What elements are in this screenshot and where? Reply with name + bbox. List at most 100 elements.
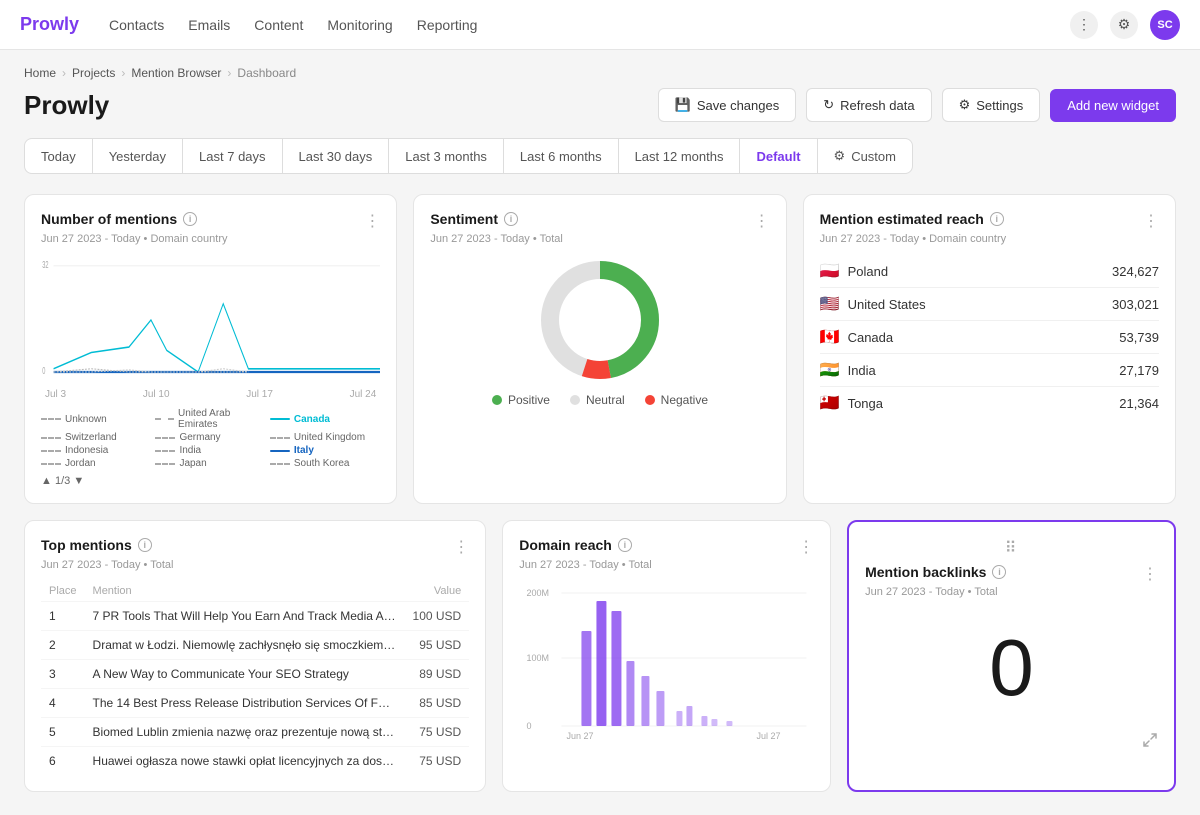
backlinks-info-icon[interactable]: i xyxy=(992,565,1006,579)
tab-last30[interactable]: Last 30 days xyxy=(283,139,390,173)
sentiment-menu-icon[interactable]: ⋮ xyxy=(754,211,770,231)
add-widget-button[interactable]: Add new widget xyxy=(1050,89,1176,122)
flag-tonga: 🇹🇴 xyxy=(820,393,840,413)
table-row: 3 A New Way to Communicate Your SEO Stra… xyxy=(41,660,469,689)
tab-last3months[interactable]: Last 3 months xyxy=(389,139,504,173)
widget-top-mentions-header: Top mentions i ⋮ xyxy=(41,537,469,557)
tab-last7[interactable]: Last 7 days xyxy=(183,139,283,173)
legend-india: India xyxy=(155,445,265,456)
nav-contacts[interactable]: Contacts xyxy=(109,17,164,33)
legend-germany-line xyxy=(155,437,175,439)
sep1: › xyxy=(62,66,66,80)
custom-icon: ⚙ xyxy=(834,148,846,164)
reach-country-0: 🇵🇱 Poland xyxy=(820,261,888,281)
legend-japan-line xyxy=(155,463,175,465)
widget-domain-reach-title: Domain reach i xyxy=(519,537,632,553)
widget-domain-reach: Domain reach i ⋮ Jun 27 2023 - Today • T… xyxy=(502,520,831,792)
negative-dot xyxy=(645,395,655,405)
reach-menu-icon[interactable]: ⋮ xyxy=(1143,211,1159,231)
mention-text-1[interactable]: Dramat w Łodzi. Niemowlę zachłysnęło się… xyxy=(85,631,405,660)
logo[interactable]: Prowly xyxy=(20,14,79,35)
table-row: 1 7 PR Tools That Will Help You Earn And… xyxy=(41,602,469,631)
save-button[interactable]: 💾 Save changes xyxy=(658,88,797,122)
tab-yesterday[interactable]: Yesterday xyxy=(93,139,183,173)
mentions-chart: 32 0 xyxy=(41,255,380,385)
mentions-pagination: ▲ 1/3 ▼ xyxy=(41,475,380,487)
tab-today[interactable]: Today xyxy=(25,139,93,173)
top-mentions-table: Place Mention Value 1 7 PR Tools That Wi… xyxy=(41,581,469,775)
tab-last6months[interactable]: Last 6 months xyxy=(504,139,619,173)
next-page-icon[interactable]: ▼ xyxy=(73,475,84,487)
backlinks-value: 0 xyxy=(865,608,1158,728)
legend-indonesia-line xyxy=(41,450,61,452)
reach-info-icon[interactable]: i xyxy=(990,212,1004,226)
expand-icon[interactable] xyxy=(865,732,1158,748)
sep3: › xyxy=(227,66,231,80)
sentiment-legend: Positive Neutral Negative xyxy=(430,393,769,407)
mention-text-2[interactable]: A New Way to Communicate Your SEO Strate… xyxy=(85,660,405,689)
refresh-button[interactable]: ↻ Refresh data xyxy=(806,88,931,122)
neutral-dot xyxy=(570,395,580,405)
top-mentions-info-icon[interactable]: i xyxy=(138,538,152,552)
legend-uae: United Arab Emirates xyxy=(155,408,265,430)
breadcrumb-home[interactable]: Home xyxy=(24,66,56,80)
more-icon[interactable]: ⋮ xyxy=(1070,11,1098,39)
svg-text:Jun 27: Jun 27 xyxy=(567,731,594,741)
main-nav: Contacts Emails Content Monitoring Repor… xyxy=(109,17,1070,33)
table-row: 4 The 14 Best Press Release Distribution… xyxy=(41,689,469,718)
tab-default[interactable]: Default xyxy=(740,139,817,173)
navbar-actions: ⋮ ⚙ SC xyxy=(1070,10,1180,40)
mentions-info-icon[interactable]: i xyxy=(183,212,197,226)
tab-custom[interactable]: ⚙ Custom xyxy=(818,139,912,173)
nav-emails[interactable]: Emails xyxy=(188,17,230,33)
domain-reach-menu-icon[interactable]: ⋮ xyxy=(798,537,814,557)
flag-canada: 🇨🇦 xyxy=(820,327,840,347)
breadcrumb-mention-browser[interactable]: Mention Browser xyxy=(131,66,221,80)
nav-monitoring[interactable]: Monitoring xyxy=(327,17,392,33)
widget-domain-reach-header: Domain reach i ⋮ xyxy=(519,537,814,557)
settings-button[interactable]: ⚙ Settings xyxy=(942,88,1041,122)
mention-text-4[interactable]: Biomed Lublin zmienia nazwę oraz prezent… xyxy=(85,718,405,747)
widget-backlinks-title: Mention backlinks i xyxy=(865,564,1006,580)
dashboard-row-1: Number of mentions i ⋮ Jun 27 2023 - Tod… xyxy=(24,194,1176,504)
tab-last12months[interactable]: Last 12 months xyxy=(619,139,741,173)
page-header: Prowly 💾 Save changes ↻ Refresh data ⚙ S… xyxy=(24,88,1176,122)
top-mentions-subtitle: Jun 27 2023 - Today • Total xyxy=(41,559,469,571)
legend-uae-line xyxy=(155,418,174,420)
legend-italy: Italy xyxy=(270,445,380,456)
reach-country-3: 🇮🇳 India xyxy=(820,360,876,380)
mentions-menu-icon[interactable]: ⋮ xyxy=(364,211,380,231)
backlinks-menu-icon[interactable]: ⋮ xyxy=(1142,564,1158,584)
legend-indonesia: Indonesia xyxy=(41,445,151,456)
mention-text-3[interactable]: The 14 Best Press Release Distribution S… xyxy=(85,689,405,718)
legend-japan: Japan xyxy=(155,458,265,469)
drag-handle-icon[interactable]: ⠿ xyxy=(1005,538,1019,558)
top-mentions-menu-icon[interactable]: ⋮ xyxy=(453,537,469,557)
nav-content[interactable]: Content xyxy=(254,17,303,33)
sentiment-subtitle: Jun 27 2023 - Today • Total xyxy=(430,233,769,245)
reach-row-3: 🇮🇳 India 27,179 xyxy=(820,354,1159,387)
domain-reach-info-icon[interactable]: i xyxy=(618,538,632,552)
legend-unknown-line xyxy=(41,418,61,420)
nav-reporting[interactable]: Reporting xyxy=(417,17,478,33)
legend-southkorea-line xyxy=(270,463,290,465)
gear-icon: ⚙ xyxy=(959,97,971,113)
domain-reach-chart: 200M 100M 0 xyxy=(519,581,814,711)
legend-jordan-line xyxy=(41,463,61,465)
widget-backlinks-title-row: Mention backlinks i ⋮ xyxy=(865,564,1158,584)
widget-mentions: Number of mentions i ⋮ Jun 27 2023 - Tod… xyxy=(24,194,397,504)
settings-icon[interactable]: ⚙ xyxy=(1110,11,1138,39)
legend-switzerland-line xyxy=(41,437,61,439)
breadcrumb-projects[interactable]: Projects xyxy=(72,66,115,80)
sentiment-donut-container xyxy=(430,255,769,385)
mentions-subtitle: Jun 27 2023 - Today • Domain country xyxy=(41,233,380,245)
mentions-legend: Unknown United Arab Emirates Canada Swit… xyxy=(41,408,380,469)
mention-text-5[interactable]: Huawei ogłasza nowe stawki opłat licency… xyxy=(85,747,405,776)
prev-page-icon[interactable]: ▲ xyxy=(41,475,52,487)
domain-reach-subtitle: Jun 27 2023 - Today • Total xyxy=(519,559,814,571)
sentiment-info-icon[interactable]: i xyxy=(504,212,518,226)
legend-unknown: Unknown xyxy=(41,408,151,430)
avatar[interactable]: SC xyxy=(1150,10,1180,40)
mention-text-0[interactable]: 7 PR Tools That Will Help You Earn And T… xyxy=(85,602,405,631)
legend-jordan: Jordan xyxy=(41,458,151,469)
